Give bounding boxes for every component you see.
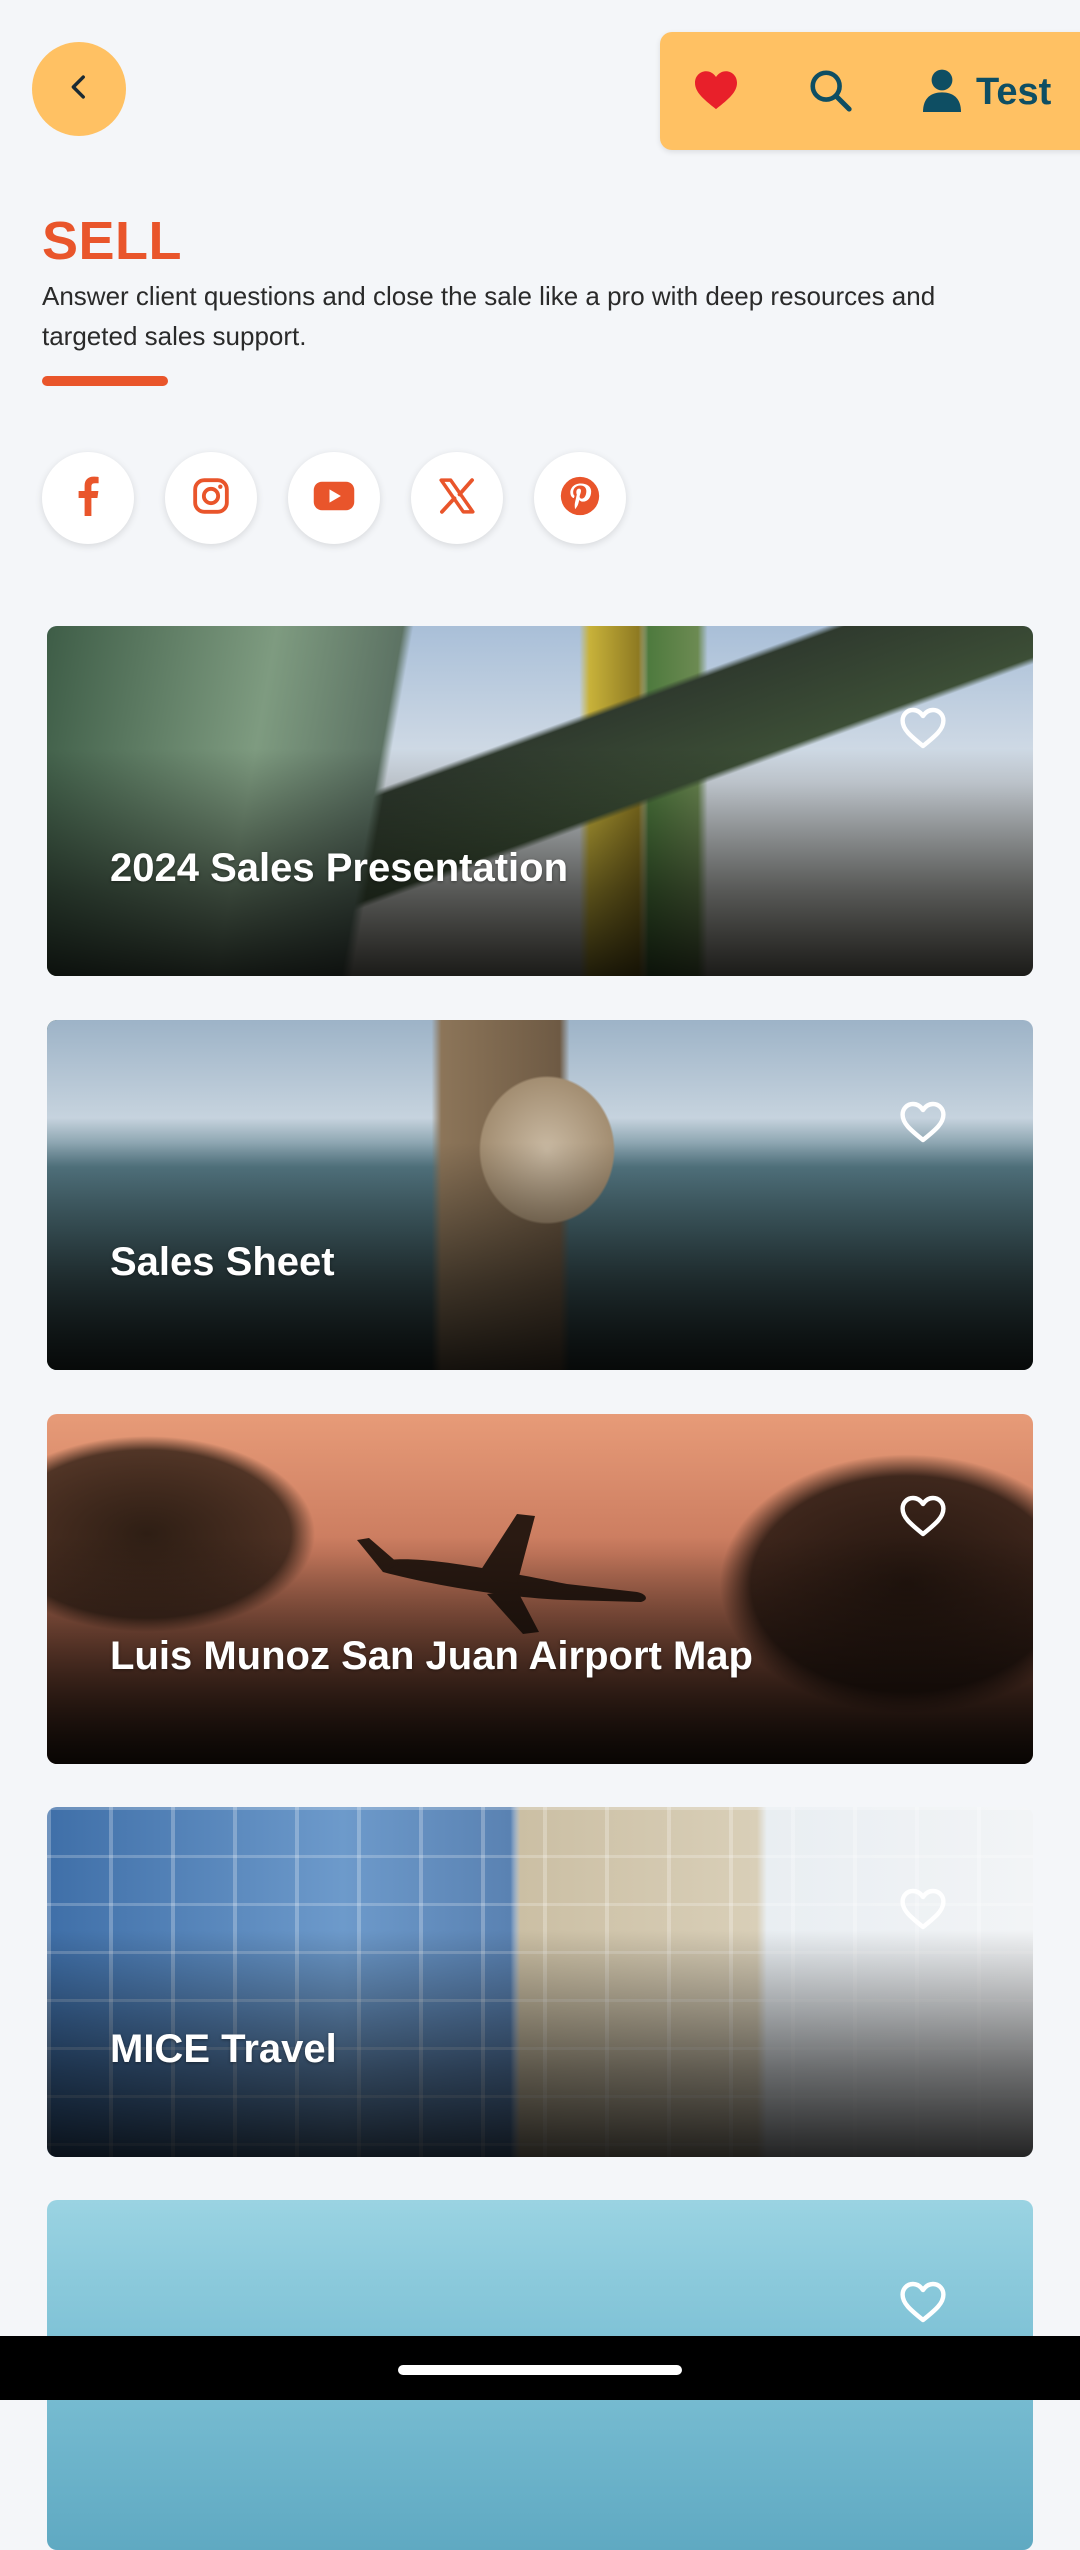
favorites-button[interactable] (688, 64, 744, 120)
page-description: Answer client questions and close the sa… (42, 281, 936, 351)
heart-icon (693, 69, 739, 116)
favorite-button[interactable] (897, 704, 949, 756)
card-sales-presentation[interactable]: 2024 Sales Presentation (47, 626, 1033, 976)
card-title: MICE Travel (110, 2027, 337, 2071)
instagram-button[interactable] (165, 452, 257, 544)
card-title: Sales Sheet (110, 1240, 335, 1284)
search-icon (807, 67, 853, 118)
social-links (42, 452, 626, 544)
chevron-left-icon (62, 70, 96, 109)
favorite-button[interactable] (897, 1885, 949, 1937)
youtube-icon (313, 481, 355, 516)
facebook-button[interactable] (42, 452, 134, 544)
back-button[interactable] (32, 42, 126, 136)
heart-outline-icon (899, 2280, 947, 2329)
favorite-button[interactable] (897, 2278, 949, 2330)
card-airport-map[interactable]: Luis Munoz San Juan Airport Map (47, 1414, 1033, 1764)
search-button[interactable] (802, 64, 858, 120)
youtube-button[interactable] (288, 452, 380, 544)
header-actions: Test (660, 32, 1080, 150)
heart-outline-icon (899, 1887, 947, 1936)
page-title: SELL (42, 211, 183, 271)
pinterest-icon (560, 476, 600, 521)
facebook-icon (77, 476, 99, 521)
heart-outline-icon (899, 1494, 947, 1543)
title-underline (42, 376, 168, 386)
card-mice-travel[interactable]: MICE Travel (47, 1807, 1033, 2157)
user-icon (922, 68, 962, 117)
user-account-button[interactable]: Test (922, 62, 1051, 122)
user-name: Test (976, 70, 1052, 113)
favorite-button[interactable] (897, 1098, 949, 1150)
heart-outline-icon (899, 1100, 947, 1149)
favorite-button[interactable] (897, 1492, 949, 1544)
instagram-icon (191, 476, 231, 521)
card-title: 2024 Sales Presentation (110, 846, 569, 890)
card-sales-sheet[interactable]: Sales Sheet (47, 1020, 1033, 1370)
card-title: Luis Munoz San Juan Airport Map (110, 1634, 753, 1678)
pinterest-button[interactable] (534, 452, 626, 544)
x-icon (438, 477, 476, 520)
x-twitter-button[interactable] (411, 452, 503, 544)
home-indicator[interactable] (398, 2365, 682, 2375)
heart-outline-icon (899, 706, 947, 755)
